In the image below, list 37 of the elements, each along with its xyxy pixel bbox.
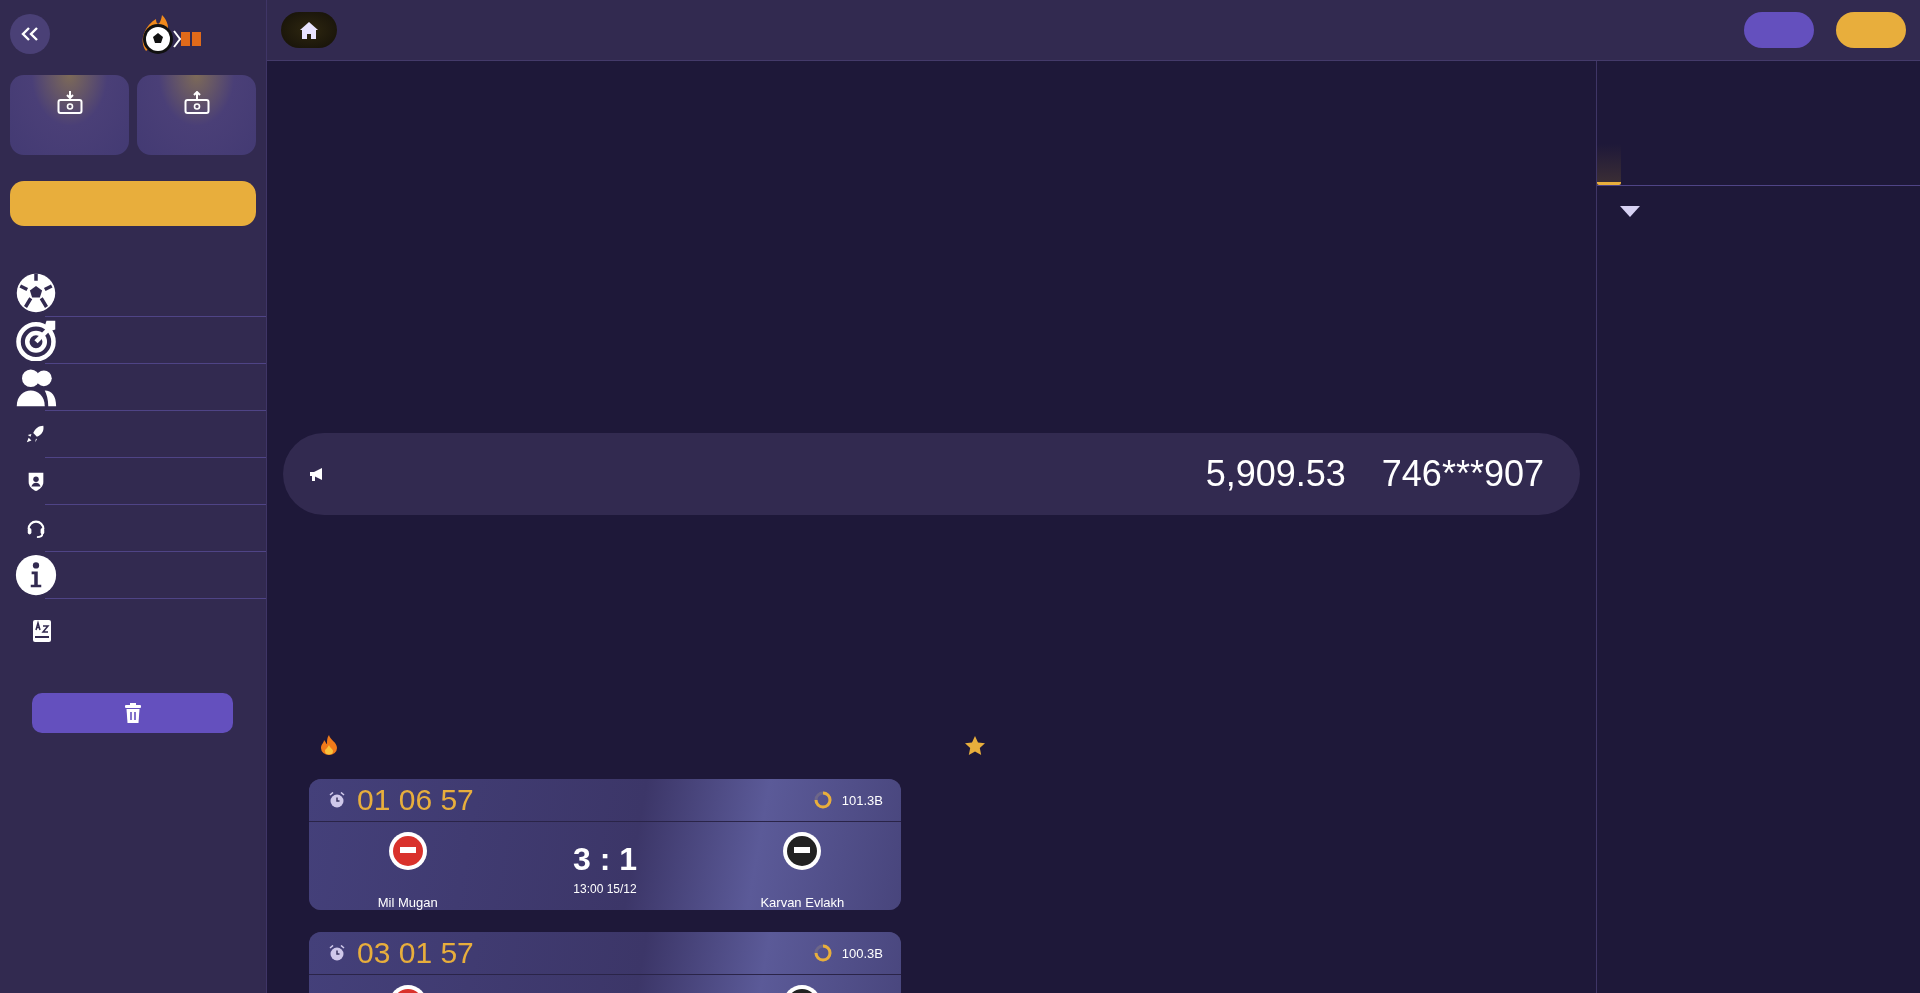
collapse-button[interactable]	[10, 14, 50, 54]
megaphone-icon	[309, 467, 325, 481]
deposit-icon	[56, 91, 83, 115]
clear-button[interactable]	[32, 693, 233, 733]
menu-item-icon[interactable]	[15, 319, 57, 361]
dictionary-icon[interactable]	[32, 619, 52, 643]
bet-volume: 101.3B	[841, 792, 883, 808]
login-button[interactable]	[1836, 12, 1906, 48]
match-card[interactable]: 03 01 57 100.3B	[309, 932, 901, 993]
dropdown-caret-icon[interactable]	[1620, 206, 1640, 218]
home-button[interactable]	[281, 12, 337, 48]
team-logo	[387, 831, 428, 871]
star-icon[interactable]	[965, 735, 985, 755]
trash-icon	[123, 703, 142, 723]
countdown-timer: 01 06 57	[357, 783, 474, 817]
withdraw-icon	[183, 91, 210, 115]
winner-id: 746***907	[1381, 453, 1544, 495]
match-card[interactable]: 01 06 57 101.3B Mil Mugan 3 : 1 13:00 15/12 Karvan Evlakh	[309, 779, 901, 910]
bet-volume: 100.3B	[841, 945, 883, 961]
team-name: Mil Mugan	[377, 895, 438, 910]
team-name: Karvan Evlakh	[760, 895, 845, 910]
win-amount: 5,909.53	[1205, 453, 1346, 495]
countdown-timer: 03 01 57	[357, 936, 474, 970]
fire-icon	[320, 735, 338, 755]
menu-item-icon[interactable]	[15, 554, 57, 596]
loading-ring-icon	[813, 791, 832, 809]
team-logo	[782, 831, 823, 871]
deposit-button[interactable]	[10, 75, 129, 155]
withdraw-button[interactable]	[137, 75, 256, 155]
menu-item-icon[interactable]	[15, 272, 57, 314]
loading-ring-icon	[813, 944, 832, 962]
match-score: 3 : 1	[572, 840, 637, 878]
kickoff-time: 13:00 15/12	[573, 881, 637, 896]
home-icon	[300, 21, 318, 39]
double-chevron-left-icon	[21, 26, 39, 42]
alarm-clock-icon	[329, 792, 345, 808]
alarm-clock-icon	[329, 945, 345, 961]
